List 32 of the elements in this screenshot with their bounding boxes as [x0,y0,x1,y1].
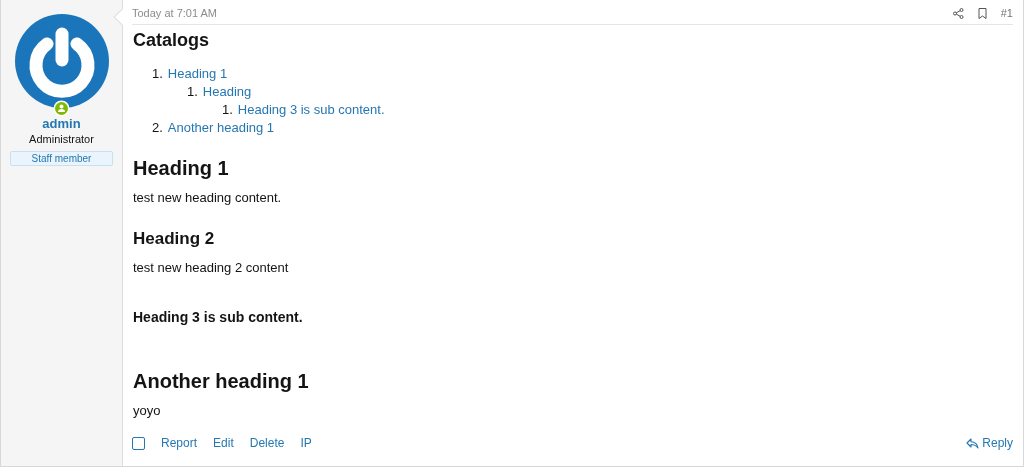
share-icon[interactable] [952,7,964,19]
user-title: Administrator [29,132,94,147]
list-number: 1. [152,65,163,83]
staff-banner: Staff member [10,151,113,166]
list-number: 2. [152,119,163,137]
paragraph: test new heading content. [133,189,283,207]
catalog-link[interactable]: Heading 3 is sub content. [237,101,385,119]
paragraph: test new heading 2 content [133,259,290,277]
catalog-link[interactable]: Another heading 1 [167,119,275,137]
post-number-link[interactable]: #1 [1000,4,1013,22]
heading: Heading 2 [133,228,216,250]
reply-icon [966,437,980,449]
heading: Another heading 1 [133,369,310,394]
online-status-icon [52,100,70,117]
select-checkbox[interactable] [132,436,145,450]
catalog-link[interactable]: Heading 1 [167,65,228,83]
action-link[interactable]: Edit [213,434,234,452]
paragraph: yoyo [133,402,162,420]
action-link[interactable]: IP [300,434,312,452]
heading: Heading 3 is sub content. [133,308,304,326]
avatar-logo[interactable] [14,14,109,108]
list-number: 1. [187,83,198,101]
post-time[interactable]: Today at 7:01 AM [132,4,217,22]
username-link[interactable]: admin [42,116,81,132]
bookmark-icon[interactable] [977,7,987,19]
catalog-title: Catalogs [133,29,211,51]
catalog-link[interactable]: Heading [202,83,252,101]
action-link[interactable]: Delete [249,434,285,452]
action-link[interactable]: Report [161,434,198,452]
reply-link[interactable]: Reply [966,434,1013,452]
list-number: 1. [222,101,233,119]
heading: Heading 1 [133,156,230,181]
